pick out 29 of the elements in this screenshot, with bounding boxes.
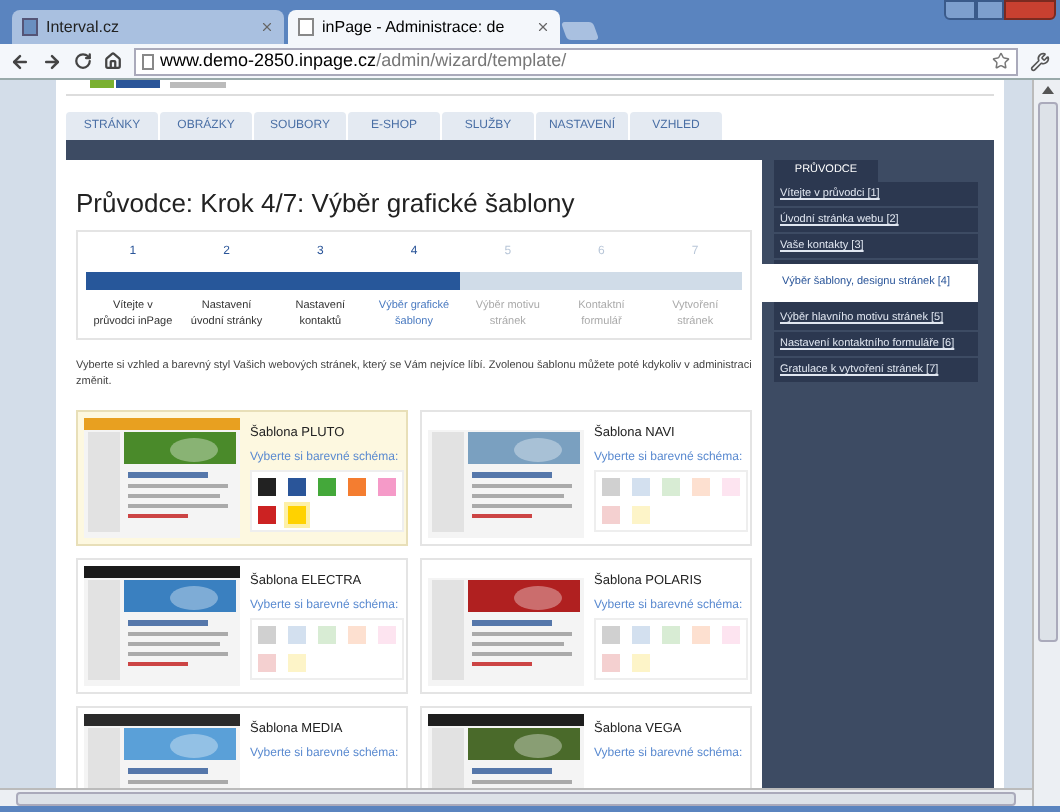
page-icon [298, 18, 314, 36]
minimize-button[interactable] [944, 0, 976, 20]
url-host: www.demo-2850.inpage.cz [160, 47, 377, 74]
close-icon[interactable] [260, 20, 274, 34]
page-heading: Průvodce: Krok 4/7: Výběr grafické šablony [76, 188, 577, 218]
home-icon[interactable] [104, 52, 122, 70]
forward-icon[interactable] [42, 51, 62, 71]
tab-title: inPage - Administrace: de [322, 15, 507, 39]
wrench-icon[interactable] [1030, 51, 1050, 71]
close-button[interactable] [1004, 0, 1056, 20]
url-path: /admin/wizard/template/ [376, 47, 567, 74]
star-icon[interactable] [992, 52, 1010, 70]
logo-drawing [90, 80, 230, 90]
browser-tab[interactable]: inPage - Administrace: de [288, 10, 560, 44]
scrollbar-thumb[interactable] [1037, 102, 1057, 642]
back-icon[interactable] [10, 51, 30, 71]
new-tab-button[interactable] [560, 22, 600, 40]
browser-tab[interactable]: Interval.cz [12, 10, 284, 44]
scrollbar-thumb[interactable] [16, 791, 1016, 805]
address-bar[interactable]: www.demo-2850.inpage.cz/admin/wizard/template/ [134, 47, 1018, 75]
horizontal-scrollbar[interactable] [0, 788, 1032, 806]
close-icon[interactable] [536, 20, 550, 34]
page-icon [142, 53, 154, 69]
page-icon [22, 18, 38, 36]
scroll-up-icon[interactable] [1041, 86, 1053, 94]
maximize-button[interactable] [976, 0, 1004, 20]
tab-title: Interval.cz [46, 15, 121, 39]
vertical-scrollbar[interactable] [1032, 80, 1060, 806]
reload-icon[interactable] [74, 52, 92, 70]
